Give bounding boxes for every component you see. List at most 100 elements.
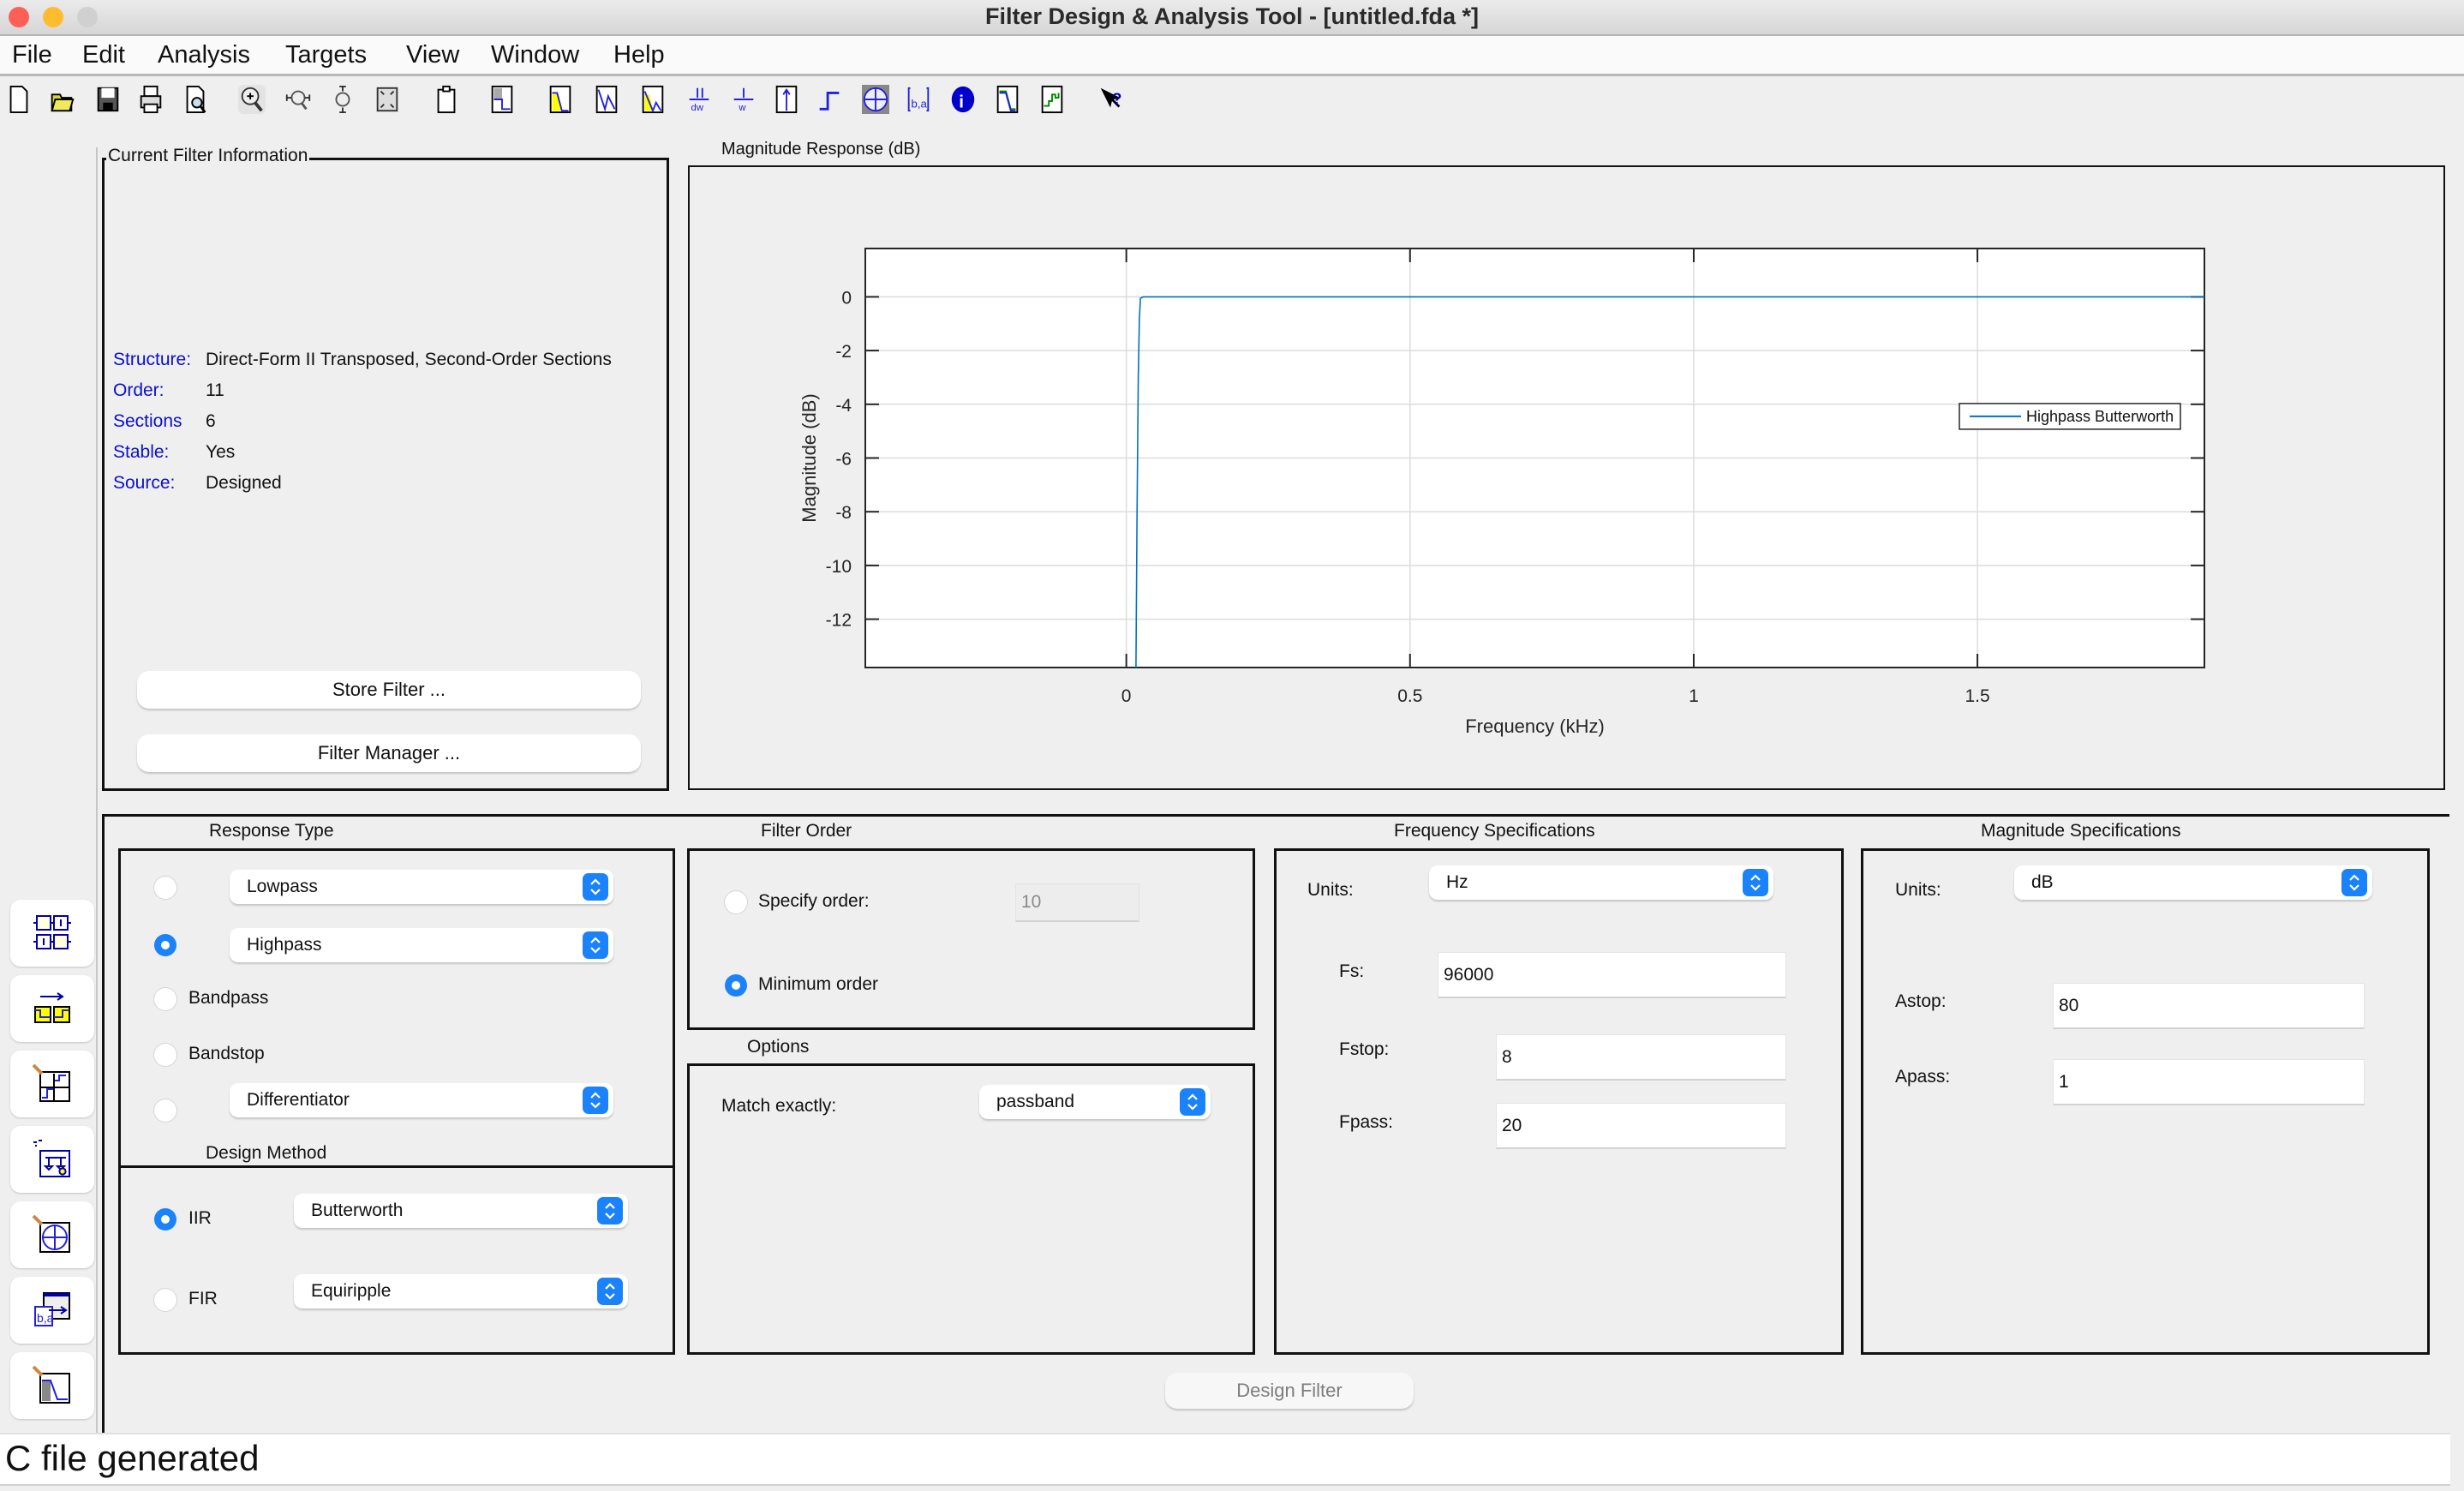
lowpass-select[interactable]: Lowpass	[230, 870, 613, 904]
structure-value: Direct-Form II Transposed, Second-Order …	[206, 350, 612, 369]
match-exactly-value: passband	[996, 1092, 1075, 1111]
status-bar: C file generated	[0, 1433, 2450, 1486]
design-filter-sidebar-button[interactable]	[10, 1352, 94, 1419]
fs-input[interactable]: 96000	[1438, 952, 1786, 998]
realize-model-button[interactable]	[10, 1126, 94, 1193]
filter-coefficients-icon[interactable]: b,a	[905, 85, 932, 114]
menu-analysis[interactable]: Analysis	[158, 41, 250, 69]
highpass-radio[interactable]	[154, 934, 176, 956]
window-title: Filter Design & Analysis Tool - [untitle…	[984, 3, 1480, 29]
iir-method-select[interactable]: Butterworth	[294, 1194, 628, 1228]
freq-units-select[interactable]: Hz	[1429, 865, 1773, 900]
astop-input[interactable]: 80	[2053, 983, 2365, 1029]
fstop-input[interactable]: 8	[1496, 1034, 1786, 1081]
frequency-specs-title: Frequency Specifications	[1307, 821, 1664, 841]
menu-help[interactable]: Help	[613, 41, 665, 69]
save-icon[interactable]	[94, 85, 122, 114]
design-filter-button[interactable]: Design Filter	[1165, 1373, 1414, 1409]
iir-radio[interactable]	[154, 1208, 176, 1231]
transform-filter-button[interactable]	[10, 900, 94, 967]
menu-window[interactable]: Window	[491, 41, 579, 69]
pole-zero-editor-button[interactable]	[10, 1201, 94, 1268]
iir-method-value: Butterworth	[311, 1201, 404, 1220]
convert-structure-button[interactable]	[10, 975, 94, 1042]
new-figure-icon[interactable]	[433, 85, 460, 114]
print-icon[interactable]	[137, 85, 164, 114]
open-folder-icon[interactable]	[48, 85, 75, 114]
y-tick-label: -2	[835, 342, 852, 362]
design-filter-icon	[32, 1365, 70, 1404]
new-file-icon[interactable]	[5, 85, 33, 114]
fir-method-select[interactable]: Equiripple	[294, 1274, 628, 1308]
status-text: C file generated	[5, 1438, 260, 1478]
fs-label: Fs:	[1339, 961, 1365, 981]
fpass-input[interactable]: 20	[1496, 1103, 1786, 1149]
chevron-updown-icon	[1180, 1088, 1205, 1116]
source-value: Designed	[206, 473, 282, 493]
fir-method-value: Equiripple	[311, 1281, 392, 1301]
menu-edit[interactable]: Edit	[82, 41, 125, 69]
menu-bar: File Edit Analysis Targets View Window H…	[0, 36, 2464, 76]
options-title: Options	[720, 1037, 840, 1057]
sections-value: 6	[206, 411, 216, 431]
specify-order-input[interactable]: 10	[1015, 883, 1139, 922]
svg-text:dw: dw	[691, 103, 704, 113]
full-view-icon[interactable]	[374, 85, 401, 114]
menu-file[interactable]: File	[12, 41, 52, 69]
pole-zero-editor-icon	[32, 1214, 70, 1253]
magnitude-phase-response-icon[interactable]	[639, 85, 667, 114]
zoom-in-icon[interactable]	[238, 85, 266, 114]
fir-radio[interactable]	[154, 1289, 176, 1311]
legend[interactable]: Highpass Butterworth	[1959, 403, 2181, 430]
zoom-y-icon[interactable]	[329, 85, 356, 114]
fpass-label: Fpass:	[1339, 1112, 1394, 1132]
group-delay-icon[interactable]: dw	[685, 85, 713, 114]
impulse-response-icon[interactable]	[773, 85, 800, 114]
specify-order-radio[interactable]	[725, 891, 747, 913]
phase-response-icon[interactable]	[593, 85, 620, 114]
filter-manager-button[interactable]: Filter Manager ...	[137, 734, 641, 772]
bandstop-radio[interactable]	[154, 1044, 176, 1066]
menu-targets[interactable]: Targets	[285, 41, 367, 69]
lowpass-radio[interactable]	[154, 877, 176, 899]
stable-value: Yes	[206, 442, 236, 462]
y-tick-label: -10	[826, 557, 852, 577]
minimum-order-radio[interactable]	[725, 974, 747, 997]
menu-view[interactable]: View	[406, 41, 459, 69]
filter-specifications-icon[interactable]	[488, 85, 516, 114]
filter-information-icon[interactable]: i	[949, 85, 977, 114]
chevron-updown-icon	[1743, 869, 1768, 896]
print-preview-icon[interactable]	[182, 85, 209, 114]
mag-units-select[interactable]: dB	[2014, 865, 2372, 900]
highpass-select[interactable]: Highpass	[230, 928, 613, 962]
zoom-x-icon[interactable]	[284, 85, 312, 114]
svg-text:i: i	[959, 92, 964, 111]
match-exactly-select[interactable]: passband	[979, 1085, 1211, 1119]
realize-model-icon	[33, 1140, 70, 1177]
magnitude-response-icon[interactable]	[547, 85, 574, 114]
pole-zero-plot-icon[interactable]	[862, 85, 889, 114]
fstop-label: Fstop:	[1339, 1039, 1390, 1059]
whats-this-help-icon[interactable]: ?	[1097, 85, 1124, 114]
freq-units-label: Units:	[1307, 880, 1354, 900]
stable-label: Stable:	[113, 442, 170, 462]
differentiator-radio[interactable]	[154, 1099, 176, 1122]
sections-label: Sections	[113, 411, 182, 431]
y-tick-label: -4	[835, 396, 852, 416]
chevron-updown-icon	[597, 1278, 623, 1305]
bandpass-radio[interactable]	[154, 988, 176, 1010]
store-filter-button[interactable]: Store Filter ...	[137, 671, 641, 709]
phase-delay-icon[interactable]: w	[730, 85, 757, 114]
set-quantization-button[interactable]	[10, 1051, 94, 1117]
import-filter-button[interactable]: b,a	[10, 1277, 94, 1344]
apass-input[interactable]: 1	[2053, 1059, 2365, 1105]
frequency-specs-panel	[1274, 848, 1844, 1355]
chevron-updown-icon	[583, 1087, 608, 1114]
iir-label: IIR	[188, 1208, 212, 1228]
response-type-title: Response Type	[151, 821, 392, 841]
round-off-noise-icon[interactable]	[1038, 85, 1066, 114]
magnitude-response-estimate-icon[interactable]	[994, 85, 1021, 114]
differentiator-select-value: Differentiator	[247, 1090, 350, 1110]
step-response-icon[interactable]	[816, 85, 843, 114]
differentiator-select[interactable]: Differentiator	[230, 1083, 613, 1117]
